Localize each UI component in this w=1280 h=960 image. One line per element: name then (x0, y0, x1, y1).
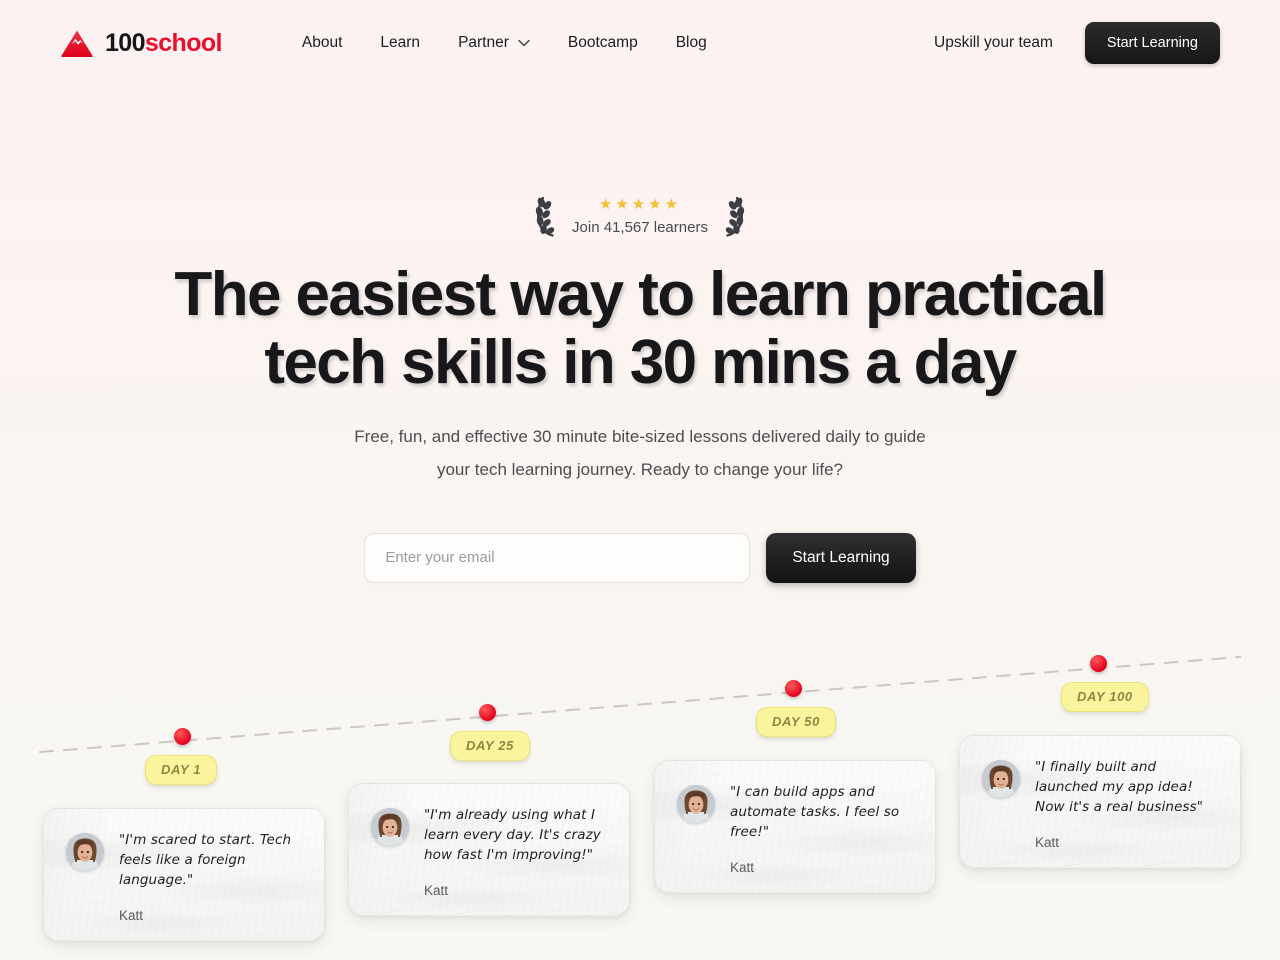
testimonial-quote: "I'm already using what I learn every da… (424, 807, 601, 863)
mountain-icon (60, 28, 94, 58)
headline-line-1: The easiest way to learn practical (174, 260, 1107, 329)
hero-subtitle: Free, fun, and effective 30 minute bite-… (354, 427, 926, 479)
header-actions: Upskill your team Start Learning (934, 22, 1220, 64)
testimonial-quote: "I finally built and launched my app ide… (1035, 759, 1204, 815)
nav-item-partner[interactable]: Partner (458, 34, 530, 52)
timeline-dot[interactable] (785, 680, 802, 697)
rating-text-group: ★★★★★ Join 41,567 learners (566, 197, 714, 236)
main-navigation: About Learn Partner Bootcamp Blog (302, 34, 707, 52)
testimonial-content: "I can build apps and automate tasks. I … (730, 783, 915, 875)
header-start-learning-button[interactable]: Start Learning (1084, 22, 1220, 64)
social-proof-badge: ★★★★★ Join 41,567 learners (0, 193, 1280, 239)
laurel-branch-icon (532, 193, 560, 239)
brand-name-primary: 100 (105, 28, 146, 57)
learners-count-label: Join 41,567 learners (572, 218, 708, 236)
nav-item-bootcamp[interactable]: Bootcamp (568, 34, 638, 52)
testimonial-author: Katt (730, 859, 755, 875)
testimonial-quote: "I'm scared to start. Tech feels like a … (119, 832, 292, 888)
brand-name-secondary: school (144, 28, 223, 57)
laurel-branch-icon (720, 193, 748, 239)
nav-item-about[interactable]: About (302, 34, 343, 52)
testimonial-content: "I finally built and launched my app ide… (1035, 758, 1220, 850)
headline-line-2: tech skills in 30 mins a day (264, 327, 1017, 397)
testimonial-card[interactable]: "I'm already using what I learn every da… (348, 783, 630, 916)
upskill-your-team-link[interactable]: Upskill your team (934, 34, 1053, 52)
testimonial-card[interactable]: "I finally built and launched my app ide… (959, 735, 1241, 868)
day-badge[interactable]: DAY 1 (145, 755, 218, 785)
email-input[interactable] (364, 532, 751, 583)
nav-item-learn[interactable]: Learn (380, 34, 420, 52)
avatar (371, 808, 409, 846)
testimonial-content: "I'm scared to start. Tech feels like a … (119, 831, 304, 923)
testimonial-card[interactable]: "I'm scared to start. Tech feels like a … (43, 808, 325, 941)
testimonial-author: Katt (119, 907, 144, 923)
day-badge[interactable]: DAY 100 (1061, 682, 1149, 712)
hero-section: ★★★★★ Join 41,567 learners The easiest w… (0, 193, 1280, 583)
day-badge[interactable]: DAY 25 (450, 731, 530, 761)
nav-item-label: Partner (458, 34, 509, 51)
testimonial-content: "I'm already using what I learn every da… (424, 806, 609, 898)
testimonial-author: Katt (424, 882, 449, 898)
nav-item-label: Bootcamp (567, 34, 638, 51)
testimonial-card[interactable]: "I can build apps and automate tasks. I … (654, 760, 936, 893)
avatar (677, 785, 715, 823)
timeline-dot[interactable] (479, 704, 496, 721)
email-signup-form: Start Learning (0, 532, 1280, 583)
avatar (66, 833, 104, 871)
nav-item-label: Blog (675, 34, 707, 51)
chevron-down-icon (518, 39, 530, 47)
star-rating-icon: ★★★★★ (598, 195, 682, 213)
brand-logo[interactable]: 100school (60, 28, 222, 58)
testimonial-quote: "I can build apps and automate tasks. I … (730, 784, 900, 840)
hero-start-learning-button[interactable]: Start Learning (766, 532, 916, 583)
brand-name: 100school (105, 29, 222, 58)
nav-item-label: About (301, 34, 343, 51)
nav-item-label: Learn (380, 34, 421, 51)
timeline-dot[interactable] (1090, 655, 1107, 672)
page-title: The easiest way to learn practical tech … (0, 261, 1280, 396)
site-header: 100school About Learn Partner Bootcamp B… (0, 0, 1280, 86)
nav-item-blog[interactable]: Blog (676, 34, 707, 52)
avatar (982, 760, 1020, 798)
day-badge[interactable]: DAY 50 (756, 707, 836, 737)
timeline-dot[interactable] (174, 728, 191, 745)
testimonial-author: Katt (1035, 834, 1060, 850)
